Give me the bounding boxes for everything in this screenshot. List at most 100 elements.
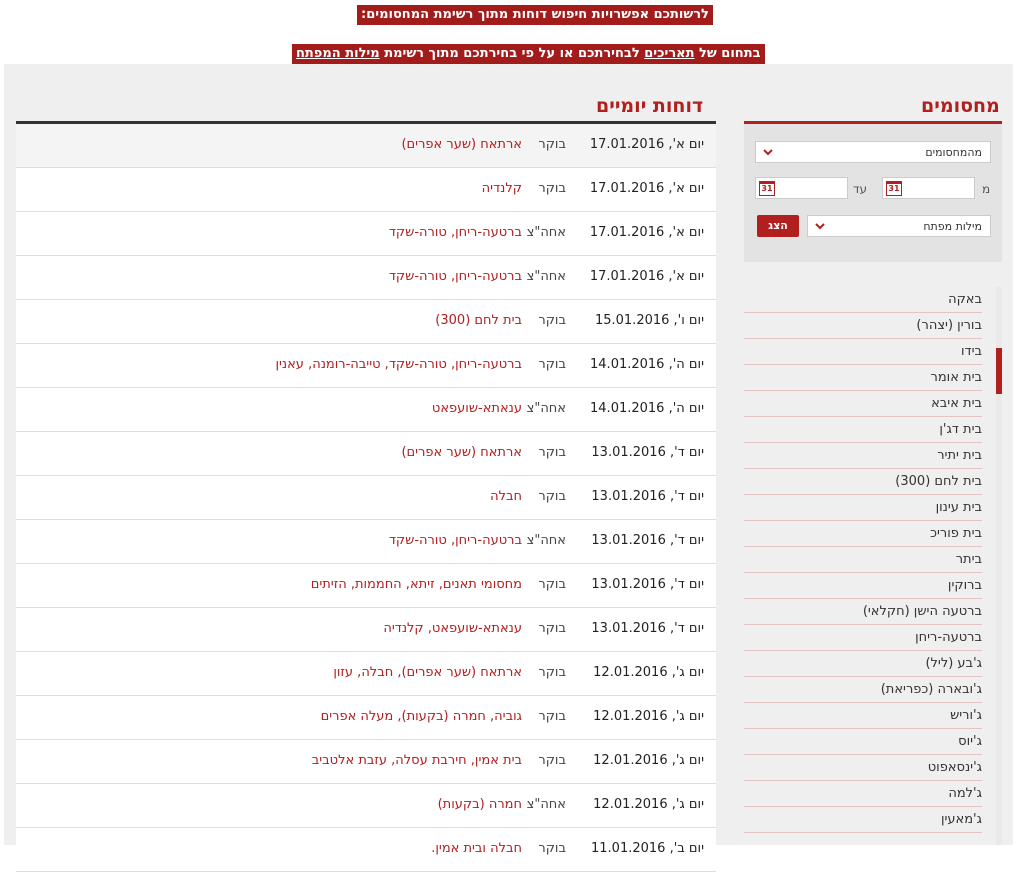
scrollbar-thumb[interactable] [996,348,1002,394]
report-row[interactable]: יום א', 17.01.2016 אחה"צ ברטעה-ריחן, טורה-… [16,212,716,256]
report-places-link[interactable]: בית אמין, חירבת עסלה, עזבת אלטביב [312,753,522,768]
checkpoint-item[interactable]: בידו [744,339,982,365]
report-date: יום א', 17.01.2016 [589,181,704,196]
daily-reports-title: דוחות יומיים [596,95,704,117]
report-places-link[interactable]: גוביה, חמרה (בקעות), מעלה אפרים [321,709,522,724]
report-places-link[interactable]: ארתאח (שער אפרים), חבלה, עזון [333,665,522,680]
report-places-link[interactable]: ארתאח (שער אפרים) [401,445,522,460]
checkpoint-list-scrollbar[interactable] [996,287,1002,845]
checkpoints-title: מחסומים [921,95,1000,117]
report-time: אחה"צ [526,225,566,240]
keywords-link[interactable]: מילות המפתח [296,46,380,61]
report-date: יום ג', 12.01.2016 [593,797,704,812]
report-time: בוקר [538,445,566,460]
report-row[interactable]: יום א', 17.01.2016 אחה"צ ברטעה-ריחן, טורה-… [16,256,716,300]
checkpoint-item[interactable]: ג'ובארה (כפריאת) [744,677,982,703]
dates-link[interactable]: תאריכים [644,46,694,61]
chevron-down-icon [814,220,826,232]
report-row[interactable]: יום ג', 12.01.2016 בוקר ארתאח (שער אפרים),… [16,652,716,696]
report-places-link[interactable]: בית לחם (300) [435,313,522,328]
checkpoint-item[interactable]: בורין (יצהר) [744,313,982,339]
calendar-icon[interactable]: 31 [886,181,902,196]
report-row[interactable]: יום ה', 14.01.2016 בוקר ברטעה-ריחן, טורה-ש… [16,344,716,388]
checkpoint-item[interactable]: ברטעה הישן (חקלאי) [744,599,982,625]
report-places-link[interactable]: חבלה ובית אמין. [431,841,522,856]
from-label: מ [982,182,991,196]
keywords-select[interactable]: מילות מפתח [807,215,991,237]
report-places-link[interactable]: ענאתא-שועפאט [432,401,522,416]
report-places-link[interactable]: חמרה (בקעות) [438,797,522,812]
report-date: יום ו', 15.01.2016 [594,313,704,328]
report-places-link[interactable]: מחסומי תאנים, זיתא, החממות, הזיתים [311,577,522,592]
checkpoint-item[interactable]: בית לחם (300) [744,469,982,495]
report-places-link[interactable]: קלנדיה [482,181,522,196]
checkpoint-item[interactable]: ג'וריש [744,703,982,729]
banner-mid: לבחירתכם או על פי בחירתכם מתוך רשימת [379,46,645,61]
banner-search-links: בתחום של תאריכים לבחירתכם או על פי בחירת… [292,44,765,64]
report-time: בוקר [538,665,566,680]
banner-search-options: לרשותכם אפשרויות חיפוש דוחות מתוך רשימת … [357,5,713,25]
checkpoint-item[interactable]: בית אומר [744,365,982,391]
checkpoint-item[interactable]: ג'יוס [744,729,982,755]
report-time: בוקר [538,313,566,328]
report-places-link[interactable]: ארתאח (שער אפרים) [401,137,522,152]
report-row[interactable]: יום ד', 13.01.2016 בוקר ענאתא-שועפאט, קלנד… [16,608,716,652]
checkpoint-list: באקה בורין (יצהר) בידו בית אומר בית איבא בית … [744,287,982,833]
report-places-link[interactable]: ברטעה-ריחן, טורה-שקד [389,269,522,284]
report-time: בוקר [538,709,566,724]
date-to-input[interactable]: 31 [755,177,848,199]
calendar-icon[interactable]: 31 [759,181,775,196]
checkpoint-item[interactable]: בית פוריכ [744,521,982,547]
report-row[interactable]: יום א', 17.01.2016 בוקר קלנדיה [16,168,716,212]
report-date: יום ה', 14.01.2016 [590,401,704,416]
report-row[interactable]: יום ב', 11.01.2016 בוקר חבלה ובית אמין. [16,828,716,872]
checkpoint-item[interactable]: ברוקין [744,573,982,599]
checkpoint-item[interactable]: בית איבא [744,391,982,417]
checkpoint-item[interactable]: ביתר [744,547,982,573]
report-places-link[interactable]: ענאתא-שועפאט, קלנדיה [383,621,522,636]
checkpoint-item[interactable]: ג'בע (ליל) [744,651,982,677]
report-time: בוקר [538,841,566,856]
report-places-link[interactable]: ברטעה-ריחן, טורה-שקד [389,225,522,240]
report-row[interactable]: יום ג', 12.01.2016 בוקר גוביה, חמרה (בקעות… [16,696,716,740]
checkpoints-select[interactable]: מהמחסומים [755,141,991,163]
report-places-link[interactable]: ברטעה-ריחן, טורה-שקד, טייבה-רומנה, עאנין [275,357,522,372]
checkpoints-select-value: מהמחסומים [925,146,982,159]
date-from-input[interactable]: 31 [882,177,975,199]
report-row[interactable]: יום ה', 14.01.2016 אחה"צ ענאתא-שועפאט [16,388,716,432]
checkpoint-item[interactable]: בית יתיר [744,443,982,469]
report-date: יום ד', 13.01.2016 [591,621,704,636]
to-label: עד [853,182,868,196]
report-row[interactable]: יום ד', 13.01.2016 בוקר מחסומי תאנים, זיתא… [16,564,716,608]
report-row[interactable]: יום ד', 13.01.2016 בוקר חבלה [16,476,716,520]
checkpoint-item[interactable]: ברטעה-ריחן [744,625,982,651]
report-time: בוקר [538,621,566,636]
report-places-link[interactable]: חבלה [490,489,522,504]
report-date: יום ג', 12.01.2016 [593,665,704,680]
report-time: אחה"צ [526,269,566,284]
filter-box: מהמחסומים מ 31 עד 31 מילות מפתח הצג [744,121,1002,262]
checkpoint-item[interactable]: ג'למה [744,781,982,807]
checkpoint-item[interactable]: בית דג'ן [744,417,982,443]
checkpoint-item[interactable]: ג'מאעין [744,807,982,833]
report-time: בוקר [538,489,566,504]
report-places-link[interactable]: ברטעה-ריחן, טורה-שקד [389,533,522,548]
show-button[interactable]: הצג [757,215,799,237]
checkpoint-item[interactable]: בית עינון [744,495,982,521]
report-date: יום א', 17.01.2016 [589,225,704,240]
report-row[interactable]: יום ג', 12.01.2016 בוקר בית אמין, חירבת עס… [16,740,716,784]
report-time: אחה"צ [526,401,566,416]
checkpoint-item[interactable]: באקה [744,287,982,313]
report-row[interactable]: יום א', 17.01.2016 בוקר ארתאח (שער אפרים) [16,124,716,168]
report-time: בוקר [538,577,566,592]
daily-reports-table: יום א', 17.01.2016 בוקר ארתאח (שער אפרים) י… [16,121,716,872]
report-row[interactable]: יום ד', 13.01.2016 אחה"צ ברטעה-ריחן, טורה-… [16,520,716,564]
checkpoint-item[interactable]: ג'ינסאפוט [744,755,982,781]
report-time: אחה"צ [526,533,566,548]
report-date: יום ב', 11.01.2016 [591,841,704,856]
report-row[interactable]: יום ו', 15.01.2016 בוקר בית לחם (300) [16,300,716,344]
report-row[interactable]: יום ג', 12.01.2016 אחה"צ חמרה (בקעות) [16,784,716,828]
report-row[interactable]: יום ד', 13.01.2016 בוקר ארתאח (שער אפרים) [16,432,716,476]
report-date: יום ד', 13.01.2016 [591,489,704,504]
report-date: יום ד', 13.01.2016 [591,533,704,548]
